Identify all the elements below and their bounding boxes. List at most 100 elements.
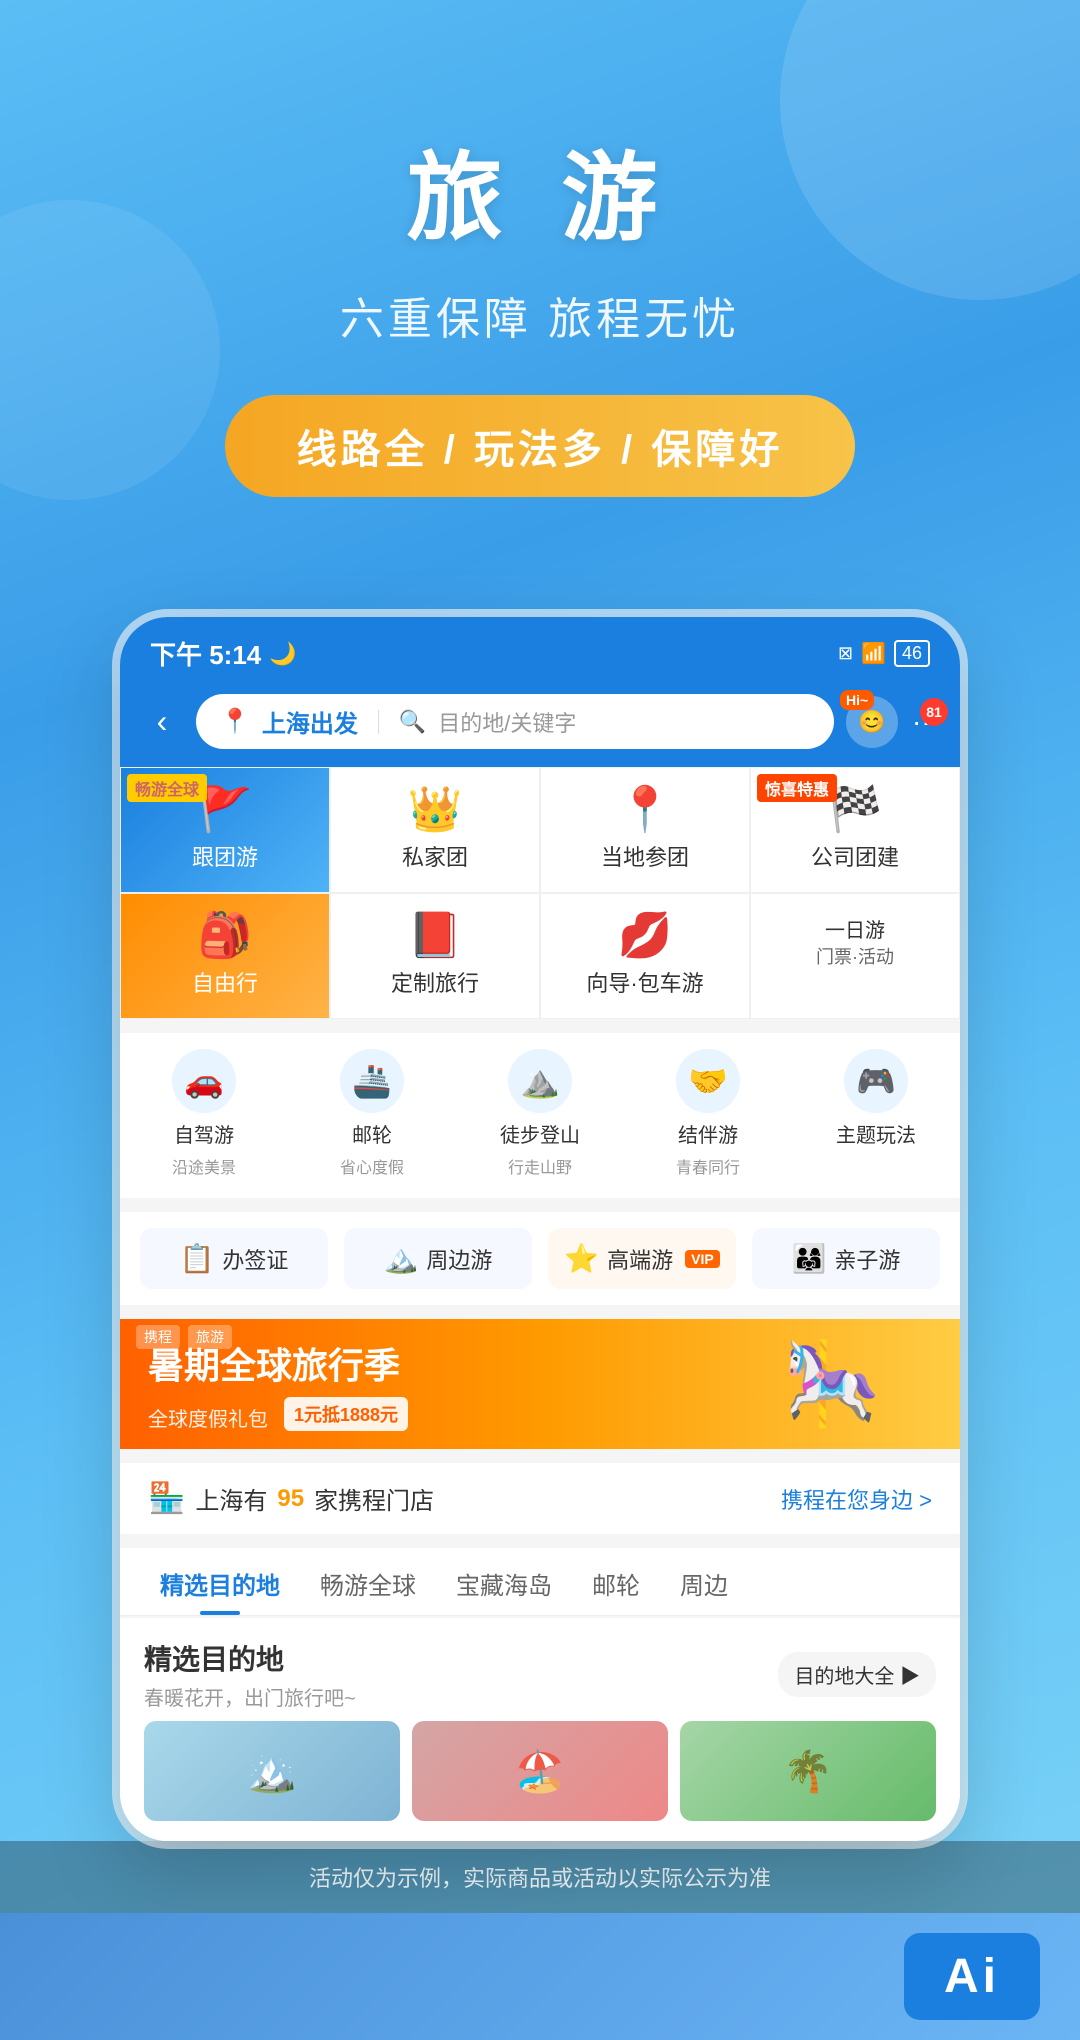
banner-cta: 1元抵1888元 [284, 1397, 408, 1431]
self-drive-icon: 🚗 [172, 1049, 236, 1113]
free-tour-icon: 🎒 [198, 914, 253, 958]
store-row: 🏪 上海有 95 家携程门店 携程在您身边 > [120, 1463, 960, 1534]
phone-mockup: 下午 5:14 🌙 ⊠ 📶 46 ‹ 📍 上海出发 🔍 目的地/关键字 [120, 617, 960, 1841]
brand-badge-1: 携程 [136, 1325, 180, 1349]
nav-icons: 😊 Hi~ ··· 81 [846, 696, 940, 748]
cat-free-tour[interactable]: 🎒 自由行 [120, 893, 330, 1019]
banner-text: 暑期全球旅行季 全球度假礼包 1元抵1888元 [148, 1337, 732, 1432]
banner-subtitle: 全球度假礼包 [148, 1403, 268, 1432]
screen-rotate-icon: ⊠ [838, 643, 853, 664]
dest-title: 精选目的地 [144, 1638, 356, 1678]
hiking-title: 徒步登山 [500, 1119, 580, 1148]
moon-icon: 🌙 [269, 641, 296, 667]
banner-bottom: 全球度假礼包 1元抵1888元 [148, 1397, 732, 1432]
brand-badge-2: 旅游 [188, 1325, 232, 1349]
cat-day-tour[interactable]: 一日游门票·活动 [750, 893, 960, 1019]
status-icons: ⊠ 📶 46 [838, 640, 930, 667]
hiking-icon: ⛰️ [508, 1049, 572, 1113]
dest-all-button[interactable]: 目的地大全 ▶ [778, 1652, 936, 1697]
categories-grid: 畅游全球 🚩 跟团游 👑 私家团 📍 当地参团 惊喜特惠 🏁 [120, 767, 960, 1019]
notification-badge: 81 [920, 698, 948, 726]
dest-image-1[interactable]: 🏔️ [144, 1721, 400, 1821]
tab-selected-dest[interactable]: 精选目的地 [140, 1548, 300, 1615]
vip-badge: VIP [685, 1250, 720, 1268]
store-suffix: 家携程门店 [314, 1481, 434, 1516]
cat-custom-tour[interactable]: 📕 定制旅行 [330, 893, 540, 1019]
tab-island[interactable]: 宝藏海岛 [436, 1548, 572, 1615]
tag-luxury[interactable]: ⭐ 高端游 VIP [548, 1228, 736, 1289]
app-content: 畅游全球 🚩 跟团游 👑 私家团 📍 当地参团 惊喜特惠 🏁 [120, 767, 960, 1841]
dest-images: 🏔️ 🏖️ 🌴 [144, 1721, 936, 1821]
svc-theme[interactable]: 🎮 主题玩法 [792, 1049, 960, 1178]
back-button[interactable]: ‹ [140, 703, 184, 740]
tag-family[interactable]: 👨‍👩‍👧 亲子游 [752, 1228, 940, 1289]
dest-title-area: 精选目的地 春暖花开，出门旅行吧~ [144, 1638, 356, 1711]
visa-label: 办签证 [222, 1243, 288, 1275]
cruise-subtitle: 省心度假 [340, 1154, 404, 1178]
store-icon: 🏪 [148, 1481, 185, 1516]
theme-icon: 🎮 [844, 1049, 908, 1113]
cat-private-tour[interactable]: 👑 私家团 [330, 767, 540, 893]
search-bar[interactable]: 📍 上海出发 🔍 目的地/关键字 [196, 694, 834, 749]
nav-bar: ‹ 📍 上海出发 🔍 目的地/关键字 😊 Hi~ ··· 81 [120, 682, 960, 767]
svc-hiking[interactable]: ⛰️ 徒步登山 行走山野 [456, 1049, 624, 1178]
svc-cruise[interactable]: 🚢 邮轮 省心度假 [288, 1049, 456, 1178]
luxury-label: 高端游 [607, 1243, 673, 1275]
dest-image-3[interactable]: 🌴 [680, 1721, 936, 1821]
phone-wrapper: 下午 5:14 🌙 ⊠ 📶 46 ‹ 📍 上海出发 🔍 目的地/关键字 [0, 557, 1080, 1841]
store-link-text: 携程在您身边 > [781, 1483, 932, 1515]
user-avatar[interactable]: 😊 Hi~ [846, 696, 898, 748]
custom-tour-icon: 📕 [408, 914, 463, 958]
dest-all-label: 目的地大全 ▶ [794, 1660, 920, 1689]
banner-title: 暑期全球旅行季 [148, 1337, 732, 1389]
self-drive-subtitle: 沿途美景 [172, 1154, 236, 1178]
svc-self-drive[interactable]: 🚗 自驾游 沿途美景 [120, 1049, 288, 1178]
store-prefix: 上海有 [195, 1481, 267, 1516]
more-button[interactable]: ··· 81 [912, 706, 940, 738]
status-bar: 下午 5:14 🌙 ⊠ 📶 46 [120, 617, 960, 682]
family-label: 亲子游 [834, 1243, 900, 1275]
store-link[interactable]: 携程在您身边 > [781, 1483, 932, 1515]
cat-guide-tour[interactable]: 💋 向导·包车游 [540, 893, 750, 1019]
private-tour-label: 私家团 [402, 840, 468, 872]
cat-corp-tour[interactable]: 惊喜特惠 🏁 公司团建 [750, 767, 960, 893]
companion-subtitle: 青春同行 [676, 1154, 740, 1178]
nearby-label: 周边游 [426, 1243, 492, 1275]
ai-label[interactable]: Ai [904, 1933, 1040, 2020]
tab-global[interactable]: 畅游全球 [300, 1548, 436, 1615]
companion-icon: 🤝 [676, 1049, 740, 1113]
group-tour-label: 跟团游 [192, 840, 258, 872]
banner-top-badges: 携程 旅游 [136, 1325, 232, 1349]
tag-nearby[interactable]: 🏔️ 周边游 [344, 1228, 532, 1289]
tag-visa[interactable]: 📋 办签证 [140, 1228, 328, 1289]
dest-section: 精选目的地 春暖花开，出门旅行吧~ 目的地大全 ▶ 🏔️ 🏖️ 🌴 [120, 1618, 960, 1841]
search-divider [378, 710, 379, 734]
store-count: 95 [277, 1485, 304, 1513]
tabs-row: 精选目的地 畅游全球 宝藏海岛 邮轮 周边 [120, 1548, 960, 1616]
theme-title: 主题玩法 [836, 1119, 916, 1148]
hero-badge[interactable]: 线路全 / 玩法多 / 保障好 [225, 395, 856, 497]
guide-tour-label: 向导·包车游 [586, 966, 703, 998]
tab-cruise[interactable]: 邮轮 [572, 1548, 660, 1615]
disclaimer-text: 活动仅为示例，实际商品或活动以实际公示为准 [0, 1841, 1080, 1913]
cat-group-tour[interactable]: 畅游全球 🚩 跟团游 [120, 767, 330, 893]
services-row: 🚗 自驾游 沿途美景 🚢 邮轮 省心度假 ⛰️ 徒步登山 行走山野 [120, 1033, 960, 1198]
cruise-icon: 🚢 [340, 1049, 404, 1113]
wifi-icon: 📶 [861, 641, 886, 666]
svc-companion[interactable]: 🤝 结伴游 青春同行 [624, 1049, 792, 1178]
local-tour-label: 当地参团 [601, 840, 689, 872]
cat-local-tour[interactable]: 📍 当地参团 [540, 767, 750, 893]
search-placeholder: 目的地/关键字 [438, 706, 576, 738]
local-tour-icon: 📍 [618, 788, 673, 832]
free-tour-label: 自由行 [192, 966, 258, 998]
promo-banner[interactable]: 携程 旅游 暑期全球旅行季 全球度假礼包 1元抵1888元 🎠 [120, 1319, 960, 1449]
custom-tour-label: 定制旅行 [391, 966, 479, 998]
companion-title: 结伴游 [678, 1119, 738, 1148]
tab-nearby[interactable]: 周边 [660, 1548, 748, 1615]
dest-image-2[interactable]: 🏖️ [412, 1721, 668, 1821]
hero-section: 旅 游 六重保障 旅程无忧 线路全 / 玩法多 / 保障好 下午 5:14 🌙 … [0, 0, 1080, 2040]
banner-char: 🎠 [782, 1337, 882, 1431]
quick-tags-row: 📋 办签证 🏔️ 周边游 ⭐ 高端游 VIP 👨‍👩‍👧 亲子游 [120, 1212, 960, 1305]
guide-tour-icon: 💋 [618, 914, 673, 958]
luxury-icon: ⭐ [564, 1242, 599, 1275]
